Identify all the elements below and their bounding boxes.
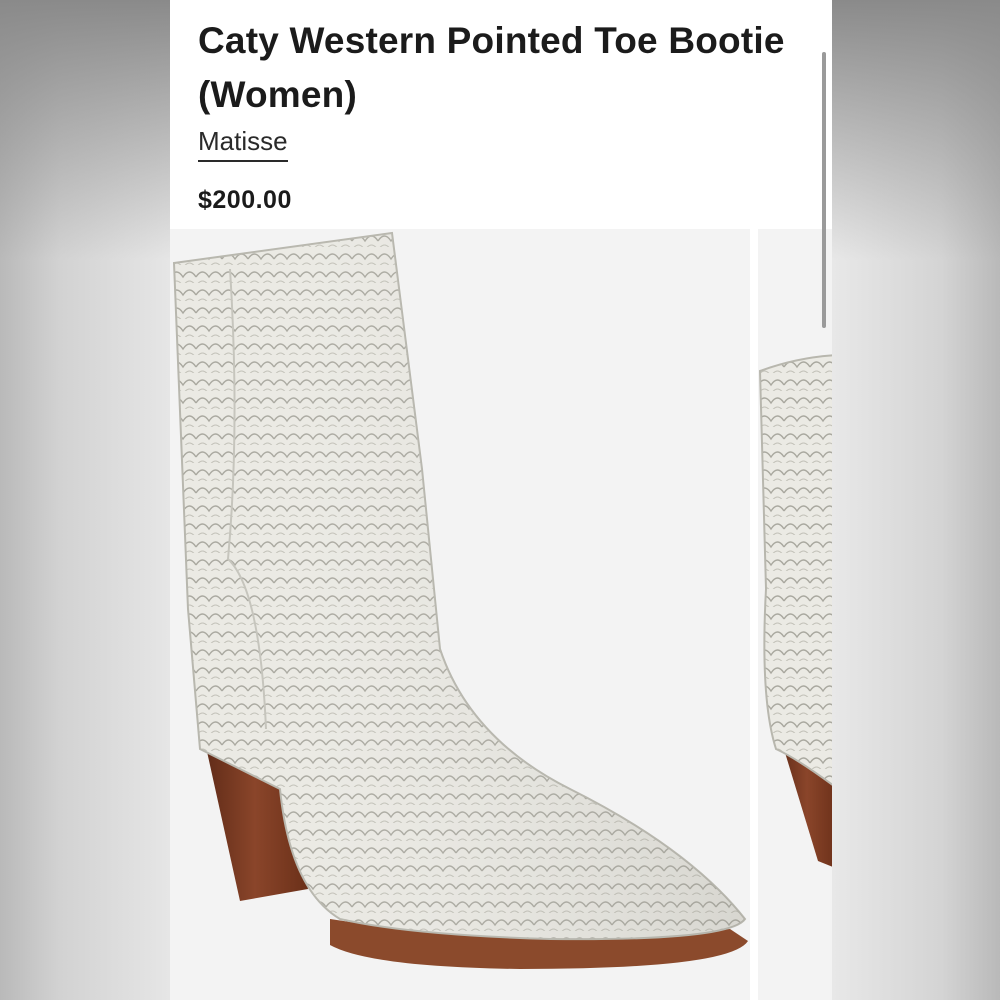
product-title: Caty Western Pointed Toe Bootie (Women): [198, 20, 785, 115]
product-price: $200.00: [198, 186, 292, 214]
white-snakeskin-boot-partial-image: [758, 354, 832, 867]
brand-link[interactable]: Matisse: [198, 124, 288, 162]
white-snakeskin-boot-image: [172, 231, 748, 969]
next-boot-body-shape: [758, 354, 832, 786]
page-scrollbar[interactable]: [822, 52, 826, 328]
background-left: [0, 0, 170, 1000]
product-image-main[interactable]: [170, 229, 750, 1000]
product-image-carousel[interactable]: [170, 229, 832, 1000]
product-image-next[interactable]: [758, 229, 832, 1000]
product-page: Caty Western Pointed Toe Bootie (Women) …: [170, 0, 832, 1000]
background-right: [832, 0, 1000, 1000]
